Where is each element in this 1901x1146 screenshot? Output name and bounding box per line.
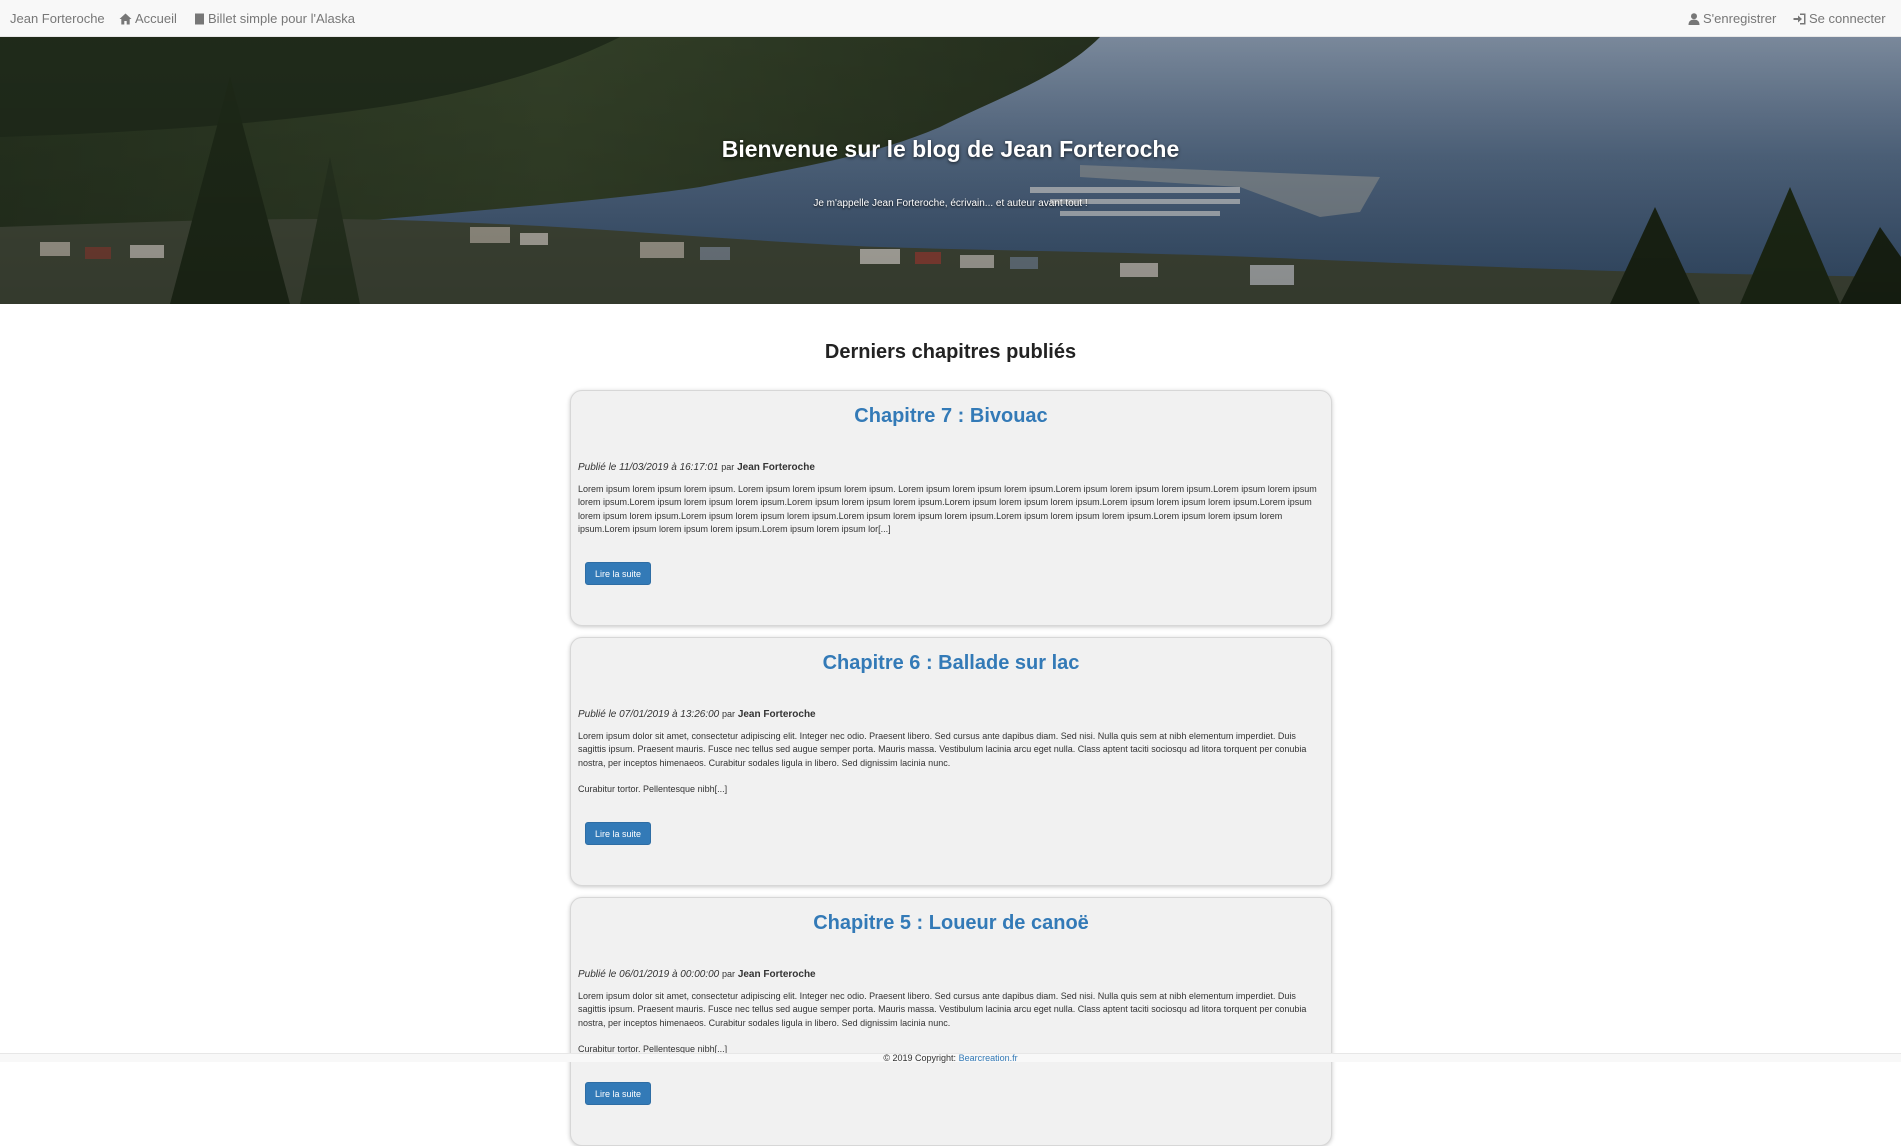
- log-in-icon: [1793, 13, 1806, 24]
- chapter-card: Chapitre 7 : Bivouac Publié le 11/03/201…: [570, 390, 1332, 626]
- publish-date: Publié le 11/03/2019 à 16:17:01: [578, 462, 719, 473]
- meta-by: par: [722, 709, 736, 719]
- chapter-excerpt: Lorem ipsum lorem ipsum lorem ipsum. Lor…: [578, 484, 1317, 534]
- nav-link-home[interactable]: Accueil: [119, 11, 177, 26]
- nav-link-login-label: Se connecter: [1809, 11, 1886, 26]
- read-more-button[interactable]: Lire la suite: [585, 822, 651, 845]
- book-icon: [195, 13, 204, 24]
- chapter-meta: Publié le 11/03/2019 à 16:17:01 par Jean…: [578, 462, 815, 473]
- section-heading: Derniers chapitres publiés: [824, 341, 1077, 363]
- chapter-excerpt: Lorem ipsum dolor sit amet, consectetur …: [578, 991, 1307, 1055]
- read-more-button[interactable]: Lire la suite: [585, 1082, 651, 1105]
- chapter-title-link[interactable]: Chapitre 6 : Ballade sur lac: [571, 652, 1331, 675]
- chapter-card: Chapitre 6 : Ballade sur lac Publié le 0…: [570, 637, 1332, 886]
- chapter-meta: Publié le 07/01/2019 à 13:26:00 par Jean…: [578, 709, 816, 720]
- hero-banner: Bienvenue sur le blog de Jean Forteroche…: [0, 37, 1901, 304]
- nav-link-book-label: Billet simple pour l'Alaska: [208, 11, 355, 26]
- nav-link-register-label: S'enregistrer: [1703, 11, 1777, 26]
- hero-subtitle: Je m'appelle Jean Forteroche, écrivain..…: [813, 198, 1088, 209]
- nav-link-login[interactable]: Se connecter: [1793, 11, 1886, 26]
- home-icon: [119, 13, 132, 24]
- user-icon: [1688, 12, 1700, 25]
- chapter-card: Chapitre 5 : Loueur de canoë Publié le 0…: [570, 897, 1332, 1146]
- chapter-excerpt: Lorem ipsum dolor sit amet, consectetur …: [578, 731, 1307, 795]
- meta-by: par: [722, 969, 736, 979]
- chapter-author: Jean Forteroche: [737, 709, 816, 720]
- alaska-harbor-landscape-image: [0, 37, 1901, 304]
- chapter-title-link[interactable]: Chapitre 7 : Bivouac: [571, 405, 1331, 428]
- publish-date: Publié le 06/01/2019 à 00:00:00: [578, 969, 720, 980]
- nav-link-book[interactable]: Billet simple pour l'Alaska: [194, 11, 355, 26]
- chapter-author: Jean Forteroche: [737, 969, 816, 980]
- chapter-title-link[interactable]: Chapitre 5 : Loueur de canoë: [571, 912, 1331, 935]
- chapter-meta: Publié le 06/01/2019 à 00:00:00 par Jean…: [578, 969, 816, 980]
- read-more-button[interactable]: Lire la suite: [585, 562, 651, 585]
- hero-title: Bienvenue sur le blog de Jean Forteroche: [721, 136, 1180, 162]
- top-navbar: Jean Forteroche Accueil Billet simple po…: [0, 0, 1901, 37]
- meta-by: par: [721, 462, 735, 472]
- chapter-author: Jean Forteroche: [737, 462, 815, 473]
- footer: © 2019 Copyright: Bearcreation.fr: [0, 1053, 1901, 1063]
- brand-link[interactable]: Jean Forteroche: [10, 11, 105, 26]
- publish-date: Publié le 07/01/2019 à 13:26:00: [578, 709, 720, 720]
- nav-link-register[interactable]: S'enregistrer: [1688, 11, 1776, 26]
- nav-link-home-label: Accueil: [135, 11, 177, 26]
